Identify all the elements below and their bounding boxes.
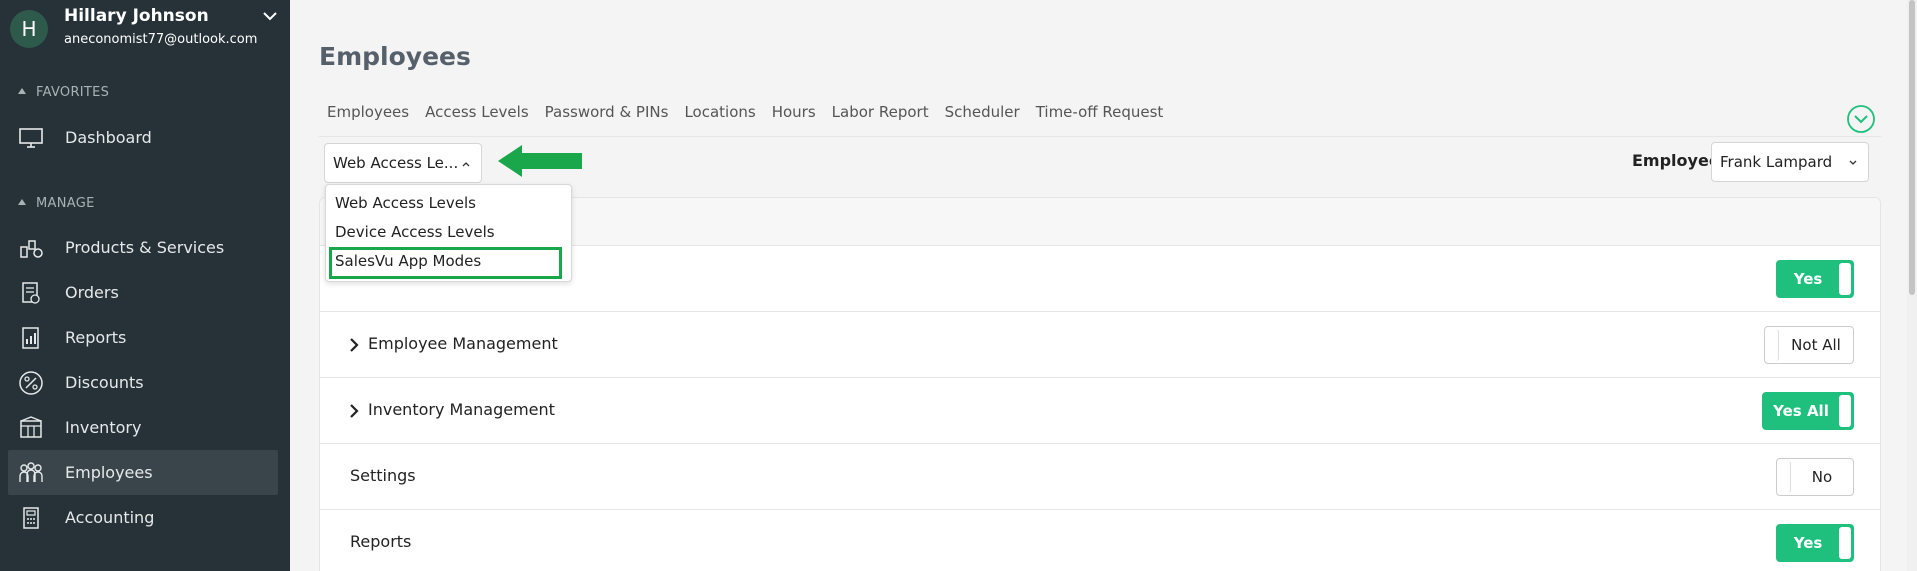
sidebar-item-label: Discounts <box>65 373 144 392</box>
permission-label: Inventory Management <box>368 400 555 419</box>
access-level-select[interactable]: Web Access Le... <box>324 143 482 183</box>
permission-label: Employee Management <box>368 334 558 353</box>
divider <box>319 136 1881 137</box>
chevron-up-icon <box>462 162 470 167</box>
tab-password-pins[interactable]: Password & PINs <box>545 103 669 121</box>
permission-row[interactable]: Inventory Management Yes All <box>320 378 1880 444</box>
sidebar-item-label: Inventory <box>65 418 142 437</box>
collapse-icon <box>18 199 26 205</box>
permission-toggle[interactable]: Yes <box>1776 524 1854 562</box>
tab-time-off-request[interactable]: Time-off Request <box>1036 103 1164 121</box>
main-content: Employees Employees Access Levels Passwo… <box>290 0 1917 571</box>
chevron-right-icon[interactable] <box>348 337 360 353</box>
user-email: aneconomist77@outlook.com <box>64 32 258 47</box>
sidebar-item-employees[interactable]: Employees <box>8 450 278 495</box>
permission-toggle[interactable]: Yes All <box>1762 392 1854 430</box>
employee-select[interactable]: Frank Lampard <box>1711 142 1869 182</box>
chevron-right-icon[interactable] <box>348 403 360 419</box>
favorites-section-label[interactable]: FAVORITES <box>18 85 109 100</box>
employees-icon <box>18 460 44 486</box>
permission-row: Settings No <box>320 444 1880 510</box>
sidebar: H Hillary Johnson aneconomist77@outlook.… <box>0 0 290 571</box>
permission-label: Settings <box>350 466 416 485</box>
sidebar-item-orders[interactable]: Orders <box>8 270 278 315</box>
scrollbar[interactable] <box>1907 0 1917 571</box>
page-title: Employees <box>319 42 471 71</box>
collapse-icon <box>18 88 26 94</box>
calculator-icon <box>18 505 44 531</box>
user-menu[interactable]: H Hillary Johnson aneconomist77@outlook.… <box>10 6 280 56</box>
manage-section-label[interactable]: MANAGE <box>18 196 95 211</box>
sidebar-item-label: Products & Services <box>65 238 225 257</box>
tab-hours[interactable]: Hours <box>772 103 816 121</box>
dropdown-option-salesvu-app-modes[interactable]: SalesVu App Modes <box>335 252 481 270</box>
percent-icon <box>18 370 44 396</box>
monitor-icon <box>18 125 44 151</box>
sidebar-item-label: Orders <box>65 283 119 302</box>
orders-icon <box>18 280 44 306</box>
permission-row[interactable]: Employee Management Not All <box>320 312 1880 378</box>
sidebar-item-label: Accounting <box>65 508 155 527</box>
scrollbar-thumb[interactable] <box>1909 0 1915 295</box>
tab-access-levels[interactable]: Access Levels <box>425 103 529 121</box>
access-level-dropdown: Web Access Levels Device Access Levels S… <box>325 184 572 282</box>
sidebar-item-reports[interactable]: Reports <box>8 315 278 360</box>
expand-circle-icon[interactable] <box>1846 104 1876 134</box>
user-name: Hillary Johnson <box>64 6 209 26</box>
tab-employees[interactable]: Employees <box>327 103 409 121</box>
permission-toggle[interactable]: Not All <box>1764 326 1854 364</box>
dropdown-option-device-access[interactable]: Device Access Levels <box>335 223 495 241</box>
permission-toggle[interactable]: Yes <box>1776 260 1854 298</box>
permission-row: Reports Yes <box>320 510 1880 571</box>
sidebar-item-products[interactable]: Products & Services <box>8 225 278 270</box>
sidebar-item-label: Reports <box>65 328 127 347</box>
sidebar-item-label: Employees <box>65 463 153 482</box>
sidebar-item-dashboard[interactable]: Dashboard <box>8 115 278 160</box>
chevron-down-icon[interactable] <box>260 6 280 26</box>
sidebar-item-label: Dashboard <box>65 128 152 147</box>
arrow-left-icon <box>498 145 582 177</box>
permission-label: Reports <box>350 532 412 551</box>
tab-locations[interactable]: Locations <box>684 103 755 121</box>
tab-labor-report[interactable]: Labor Report <box>832 103 929 121</box>
tab-scheduler[interactable]: Scheduler <box>945 103 1020 121</box>
dropdown-option-web-access[interactable]: Web Access Levels <box>335 194 476 212</box>
sidebar-item-discounts[interactable]: Discounts <box>8 360 278 405</box>
inventory-icon <box>18 415 44 441</box>
sidebar-item-inventory[interactable]: Inventory <box>8 405 278 450</box>
chevron-down-icon <box>1849 160 1857 165</box>
reports-icon <box>18 325 44 351</box>
avatar: H <box>10 10 48 48</box>
sidebar-item-accounting[interactable]: Accounting <box>8 495 278 540</box>
permission-toggle[interactable]: No <box>1776 458 1854 496</box>
products-icon <box>18 235 44 261</box>
employee-label: Employee <box>1632 151 1720 170</box>
tab-bar: Employees Access Levels Password & PINs … <box>327 103 1179 121</box>
